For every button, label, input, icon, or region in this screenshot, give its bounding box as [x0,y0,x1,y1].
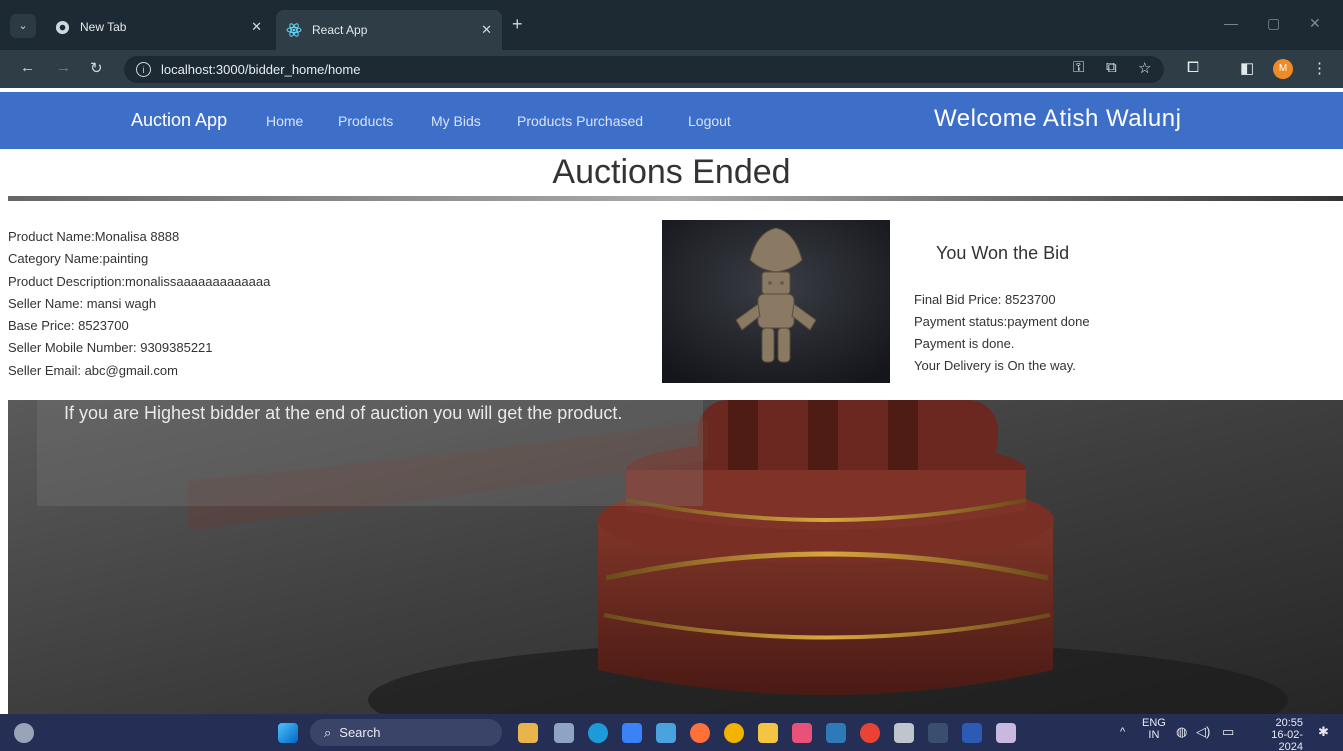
region-code: IN [1148,729,1160,741]
word-icon[interactable] [962,723,982,743]
browser-tab-bar: ⌄ New Tab ✕ React App ✕ + — ▢ ✕ [0,0,1343,50]
file-explorer-icon[interactable] [758,723,778,743]
tab-title: React App [312,23,368,37]
language-indicator[interactable]: ENG IN [1142,717,1166,741]
nav-link-logout[interactable]: Logout [688,113,731,129]
url-text: localhost:3000/bidder_home/home [161,62,361,77]
search-placeholder: Search [339,725,381,740]
chevron-up-icon[interactable]: ^ [1120,726,1125,738]
site-info-icon[interactable]: i [136,62,151,77]
clock[interactable]: 20:55 16-02-2024 [1247,717,1303,751]
nav-link-products[interactable]: Products [338,113,393,129]
brand-link[interactable]: Auction App [131,110,227,131]
battery-icon[interactable]: ▭ [1222,724,1234,740]
profile-avatar[interactable]: M [1273,59,1293,79]
tab-title: New Tab [80,20,127,34]
firefox-icon[interactable] [690,723,710,743]
chrome-icon [54,19,70,35]
chrome-taskbar-icon[interactable] [724,723,744,743]
payment-status: Payment status:payment done [914,314,1090,329]
delivery-status: Your Delivery is On the way. [914,358,1076,373]
network-icon[interactable]: ◍ [1176,724,1187,740]
seller-mobile: Seller Mobile Number: 9309385221 [8,340,213,356]
hero-message: If you are Highest bidder at the end of … [64,403,623,423]
bookmark-star-icon[interactable]: ☆ [1138,59,1151,77]
bid-result-details: Final Bid Price: 8523700 Payment status:… [914,289,1090,377]
seller-name: Seller Name: mansi wagh [8,295,157,311]
task-view-icon[interactable] [554,723,574,743]
back-icon[interactable]: ← [20,59,35,76]
welcome-message: Welcome Atish Walunj [934,105,1182,132]
app-navbar: Auction App Home Products My Bids Produc… [0,92,1343,149]
product-details: Product Name:Monalisa 8888 Category Name… [8,226,270,382]
base-price: Base Price: 8523700 [8,318,129,334]
bid-result-heading: You Won the Bid [936,243,1070,263]
os-taskbar: ⌕ Search ^ ENG IN ◍ ◁) ▭ 20:55 16-02-202… [0,714,1343,751]
app-icon[interactable] [996,723,1016,743]
install-app-icon[interactable]: ⧉ [1106,59,1117,76]
tab-search-dropdown-icon[interactable]: ⌄ [10,14,36,38]
seller-email: Seller Email: abc@gmail.com [8,362,178,378]
clock-date: 16-02-2024 [1271,729,1303,751]
hero-background: If you are Highest bidder at the end of … [8,400,1343,714]
app-icon[interactable] [622,723,642,743]
product-description: Product Description:monalissaaaaaaaaaaaa… [8,273,271,289]
window-close-icon[interactable]: ✕ [1309,15,1321,32]
nav-link-my-bids[interactable]: My Bids [431,113,481,129]
search-icon: ⌕ [324,724,332,740]
menu-kebab-icon[interactable]: ⋮ [1312,59,1327,77]
payment-note: Payment is done. [914,336,1015,351]
tab-react-app[interactable]: React App ✕ [276,10,502,50]
windows-start-icon[interactable] [278,723,298,743]
tab-new-tab[interactable]: New Tab ✕ [44,12,272,42]
taskbar-search[interactable]: ⌕ Search [310,719,502,746]
clock-time: 20:55 [1275,717,1303,729]
terminal-icon[interactable] [928,723,948,743]
weather-icon[interactable] [14,723,34,743]
volume-icon[interactable]: ◁) [1196,724,1210,740]
extensions-icon[interactable]: ⧠ [1187,59,1199,76]
password-key-icon[interactable]: ⚿ [1073,59,1084,76]
nav-link-home[interactable]: Home [266,113,303,129]
minimize-icon[interactable]: — [1224,15,1238,31]
copilot-icon[interactable] [518,723,538,743]
app-icon[interactable] [792,723,812,743]
react-icon [286,22,302,38]
url-input[interactable]: i localhost:3000/bidder_home/home [124,56,1164,83]
store-icon[interactable] [656,723,676,743]
notification-icon[interactable]: ✱ [1318,724,1329,740]
page-title: Auctions Ended [552,153,791,191]
side-panel-icon[interactable]: ◧ [1240,59,1254,77]
final-bid-price: Final Bid Price: 8523700 [914,292,1056,307]
product-name: Product Name:Monalisa 8888 [8,229,180,244]
new-tab-icon[interactable]: + [512,14,523,35]
category-name: Category Name:painting [8,251,149,267]
app-icon[interactable] [826,723,846,743]
reload-icon[interactable]: ↻ [90,59,103,77]
nav-link-products-purchased[interactable]: Products Purchased [517,113,643,129]
edge-icon[interactable] [588,723,608,743]
settings-icon[interactable] [894,723,914,743]
close-icon[interactable]: ✕ [251,19,262,35]
product-image [662,220,890,383]
address-bar-row: ← → ↻ i localhost:3000/bidder_home/home … [0,50,1343,88]
chrome-profile-icon[interactable] [860,723,880,743]
section-divider [8,196,1343,201]
lang-code: ENG [1142,717,1166,729]
close-icon[interactable]: ✕ [481,22,492,38]
restore-icon[interactable]: ▢ [1267,15,1280,32]
forward-icon[interactable]: → [56,59,71,76]
